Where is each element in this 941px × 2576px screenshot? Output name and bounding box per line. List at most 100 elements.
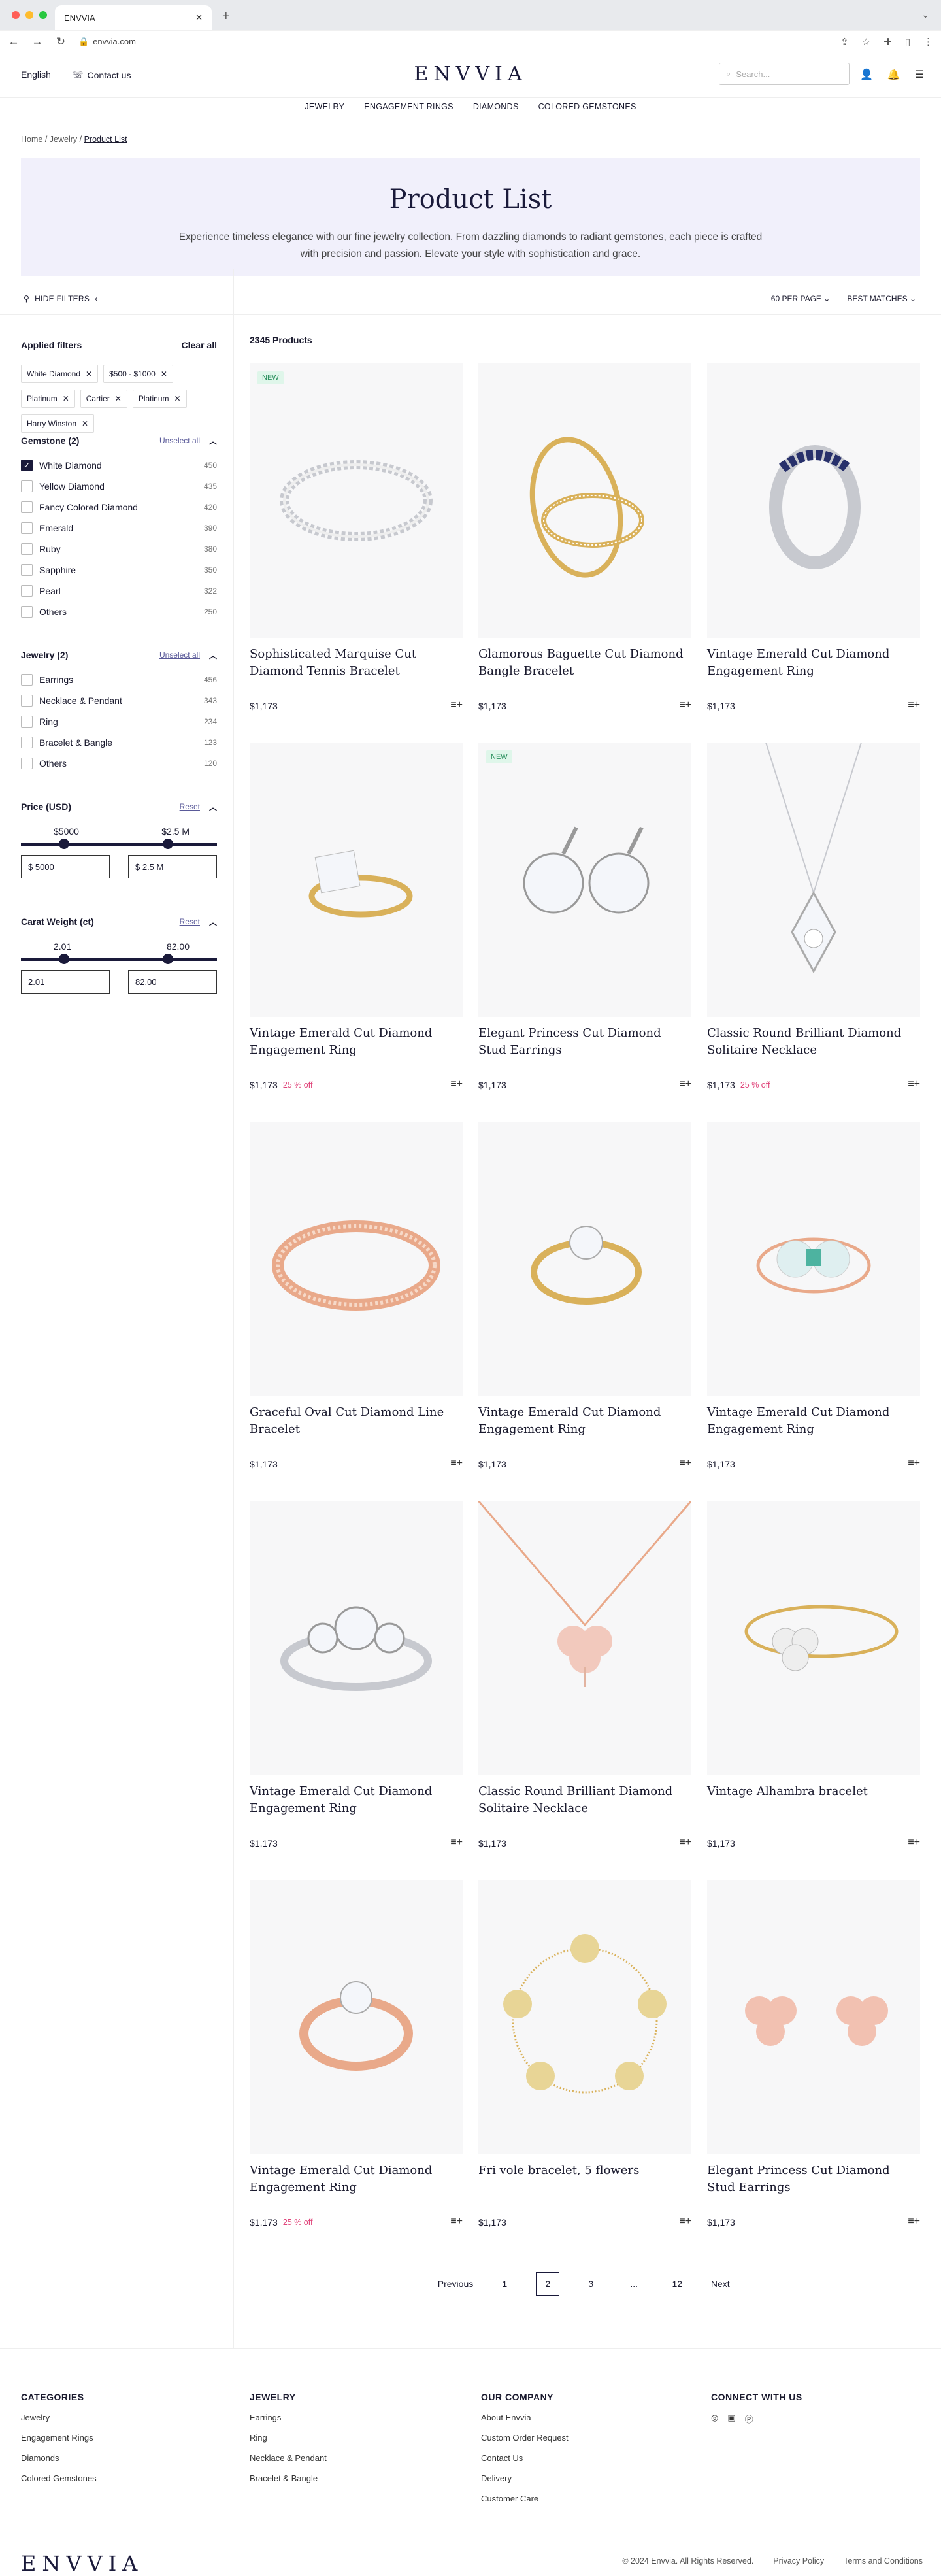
breadcrumb-home[interactable]: Home	[21, 135, 42, 144]
footer-link[interactable]: Customer Care	[481, 2494, 569, 2503]
chevron-up-icon[interactable]: ︿	[209, 435, 217, 446]
search-input[interactable]: ⌕ Search...	[719, 63, 850, 85]
chevron-up-icon[interactable]: ︿	[209, 916, 217, 928]
product-image[interactable]	[478, 1880, 691, 2154]
add-to-list-icon[interactable]: ≡+	[679, 1079, 691, 1090]
checkbox[interactable]	[21, 695, 33, 707]
gemstone-option[interactable]: Others 250	[21, 601, 217, 622]
checkbox[interactable]	[21, 543, 33, 555]
minimize-window-button[interactable]	[25, 11, 33, 19]
remove-chip-icon[interactable]: ✕	[86, 369, 92, 378]
product-card[interactable]: Vintage Alhambra bracelet $1,173 ≡+	[707, 1501, 920, 1848]
reload-icon[interactable]: ↻	[55, 35, 67, 48]
jewelry-option[interactable]: Ring 234	[21, 711, 217, 732]
footer-link[interactable]: Contact Us	[481, 2453, 569, 2463]
nav-jewelry[interactable]: JEWELRY	[305, 102, 344, 119]
nav-diamonds[interactable]: DIAMONDS	[473, 102, 519, 119]
carat-min-handle[interactable]	[59, 954, 69, 964]
checkbox[interactable]	[21, 716, 33, 728]
filter-chip[interactable]: Platinum ✕	[132, 390, 187, 408]
carat-min-input[interactable]: 2.01	[21, 970, 110, 994]
breadcrumb-jewelry[interactable]: Jewelry	[50, 135, 77, 144]
footer-link[interactable]: Custom Order Request	[481, 2433, 569, 2443]
jewelry-option[interactable]: Others 120	[21, 753, 217, 774]
footer-link[interactable]: Ring	[250, 2433, 327, 2443]
gemstone-option[interactable]: Fancy Colored Diamond 420	[21, 497, 217, 518]
product-image[interactable]	[707, 363, 920, 638]
filter-chip[interactable]: Cartier ✕	[80, 390, 127, 408]
product-image[interactable]	[707, 1501, 920, 1775]
share-icon[interactable]: ⇪	[840, 36, 849, 48]
bookmark-icon[interactable]: ☆	[862, 36, 870, 48]
page-3[interactable]: 3	[579, 2272, 603, 2296]
product-name[interactable]: Vintage Emerald Cut Diamond Engagement R…	[250, 2162, 463, 2198]
footer-link[interactable]: Diamonds	[21, 2453, 97, 2463]
add-to-list-icon[interactable]: ≡+	[450, 1079, 463, 1090]
product-image[interactable]: NEW	[478, 743, 691, 1017]
breadcrumb-current[interactable]: Product List	[84, 135, 127, 144]
product-card[interactable]: Classic Round Brilliant Diamond Solitair…	[478, 1501, 691, 1848]
extensions-icon[interactable]: ✚	[883, 36, 892, 48]
add-to-list-icon[interactable]: ≡+	[908, 1458, 920, 1469]
gemstone-option[interactable]: Emerald 390	[21, 518, 217, 539]
list-icon[interactable]: ☰	[915, 68, 924, 81]
add-to-list-icon[interactable]: ≡+	[679, 1458, 691, 1469]
jewelry-option[interactable]: Bracelet & Bangle 123	[21, 732, 217, 753]
product-image[interactable]	[707, 1122, 920, 1396]
add-to-list-icon[interactable]: ≡+	[908, 1079, 920, 1090]
price-min-input[interactable]: $ 5000	[21, 855, 110, 878]
carat-max-handle[interactable]	[163, 954, 173, 964]
browser-tab[interactable]: ENVVIA ✕	[55, 5, 212, 30]
checkbox[interactable]	[21, 480, 33, 492]
checkbox[interactable]	[21, 564, 33, 576]
facebook-icon[interactable]: ▣	[727, 2413, 735, 2425]
filter-chip[interactable]: Platinum ✕	[21, 390, 75, 408]
forward-icon[interactable]: →	[31, 35, 43, 48]
product-image[interactable]	[707, 1880, 920, 2154]
footer-link[interactable]: Jewelry	[21, 2413, 97, 2422]
checkbox[interactable]	[21, 758, 33, 769]
page-1[interactable]: 1	[493, 2272, 516, 2296]
add-to-list-icon[interactable]: ≡+	[450, 1458, 463, 1469]
nav-engagement-rings[interactable]: ENGAGEMENT RINGS	[364, 102, 454, 119]
product-name[interactable]: Fri vole bracelet, 5 flowers	[478, 2162, 691, 2198]
footer-link[interactable]: Delivery	[481, 2473, 569, 2483]
gemstone-option[interactable]: Yellow Diamond 435	[21, 476, 217, 497]
checkbox[interactable]	[21, 674, 33, 686]
account-icon[interactable]: 👤	[860, 68, 873, 81]
carat-max-input[interactable]: 82.00	[128, 970, 217, 994]
product-image[interactable]	[478, 363, 691, 638]
footer-link[interactable]: Colored Gemstones	[21, 2473, 97, 2483]
product-image[interactable]	[250, 1122, 463, 1396]
add-to-list-icon[interactable]: ≡+	[908, 1837, 920, 1848]
add-to-list-icon[interactable]: ≡+	[908, 699, 920, 711]
page-12[interactable]: 12	[665, 2272, 689, 2296]
price-reset[interactable]: Reset	[180, 802, 200, 811]
clear-all-button[interactable]: Clear all	[182, 340, 217, 350]
privacy-link[interactable]: Privacy Policy	[773, 2556, 824, 2566]
product-name[interactable]: Classic Round Brilliant Diamond Solitair…	[478, 1783, 691, 1818]
price-min-handle[interactable]	[59, 839, 69, 849]
remove-chip-icon[interactable]: ✕	[115, 394, 122, 403]
gemstone-option[interactable]: ✓ White Diamond 450	[21, 455, 217, 476]
product-name[interactable]: Vintage Emerald Cut Diamond Engagement R…	[250, 1025, 463, 1060]
gemstone-option[interactable]: Sapphire 350	[21, 560, 217, 580]
instagram-icon[interactable]: ◎	[711, 2413, 718, 2425]
jewelry-unselect-all[interactable]: Unselect all	[159, 650, 200, 660]
terms-link[interactable]: Terms and Conditions	[844, 2556, 923, 2566]
product-name[interactable]: Vintage Alhambra bracelet	[707, 1783, 920, 1818]
price-max-input[interactable]: $ 2.5 M	[128, 855, 217, 878]
footer-link[interactable]: Necklace & Pendant	[250, 2453, 327, 2463]
chevron-up-icon[interactable]: ︿	[209, 650, 217, 661]
product-name[interactable]: Vintage Emerald Cut Diamond Engagement R…	[250, 1783, 463, 1818]
per-page-select[interactable]: 60 PER PAGE ⌄	[771, 294, 831, 303]
add-to-list-icon[interactable]: ≡+	[450, 1837, 463, 1848]
gemstone-option[interactable]: Ruby 380	[21, 539, 217, 560]
product-name[interactable]: Elegant Princess Cut Diamond Stud Earrin…	[707, 2162, 920, 2198]
add-to-list-icon[interactable]: ≡+	[679, 699, 691, 711]
nav-colored-gemstones[interactable]: COLORED GEMSTONES	[538, 102, 636, 119]
product-name[interactable]: Graceful Oval Cut Diamond Line Bracelet	[250, 1404, 463, 1439]
gemstone-unselect-all[interactable]: Unselect all	[159, 436, 200, 445]
filter-chip[interactable]: White Diamond ✕	[21, 365, 99, 383]
footer-logo[interactable]: ENVVIA	[21, 2551, 143, 2576]
